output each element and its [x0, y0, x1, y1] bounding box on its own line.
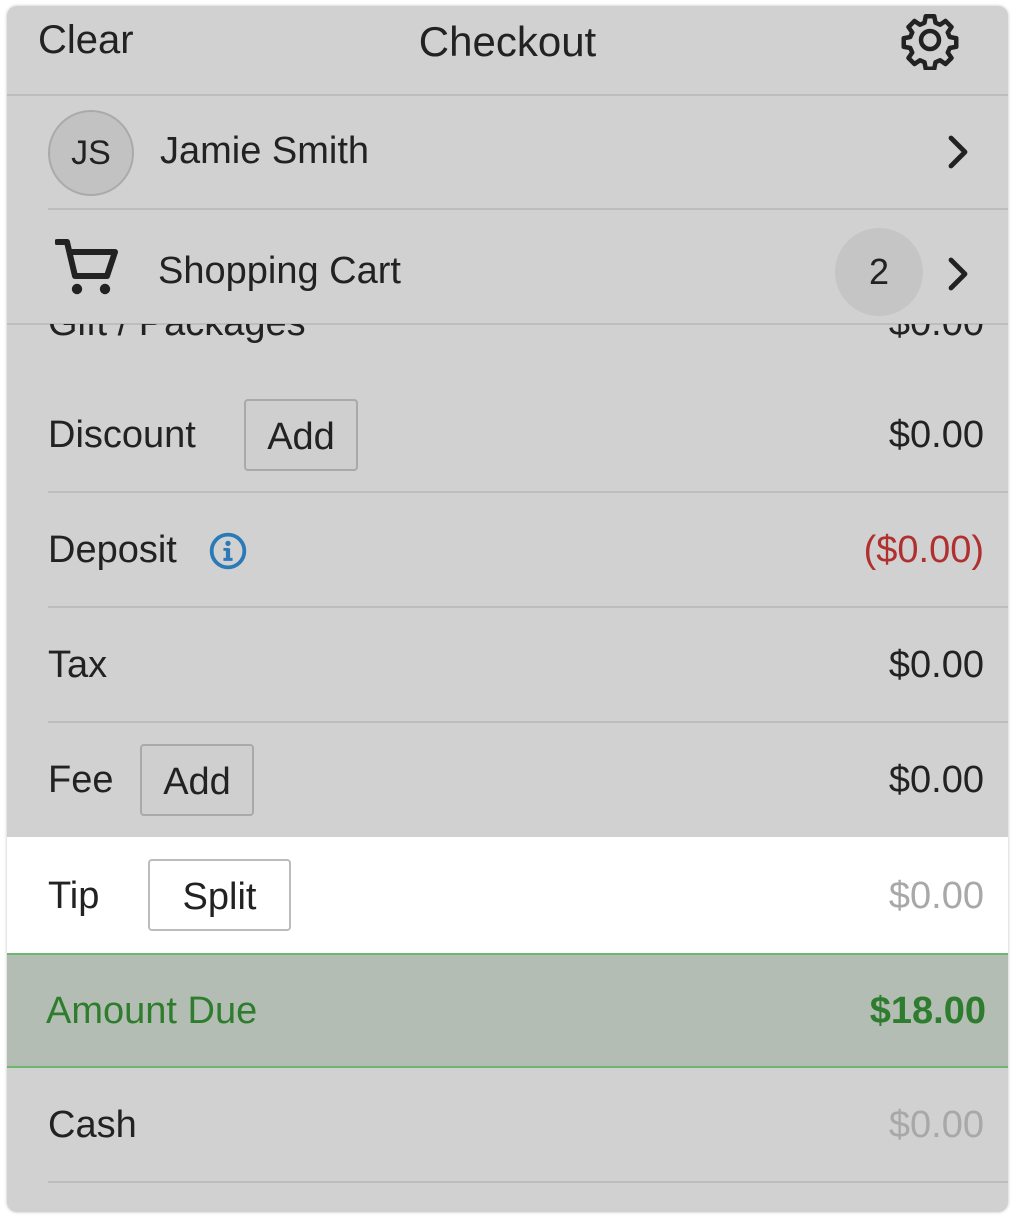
chevron-right-icon: [948, 135, 968, 169]
avatar: JS: [48, 110, 134, 196]
info-icon[interactable]: [209, 532, 247, 570]
tax-label: Tax: [48, 644, 108, 686]
split-tip-button[interactable]: Split: [148, 859, 291, 931]
tip-row: Tip Split $0.00: [7, 837, 1008, 953]
chevron-right-icon: [948, 257, 968, 291]
fee-amount: $0.00: [888, 759, 984, 801]
page-title: Checkout: [418, 18, 597, 65]
amount-due-label: Amount Due: [46, 990, 258, 1032]
cash-row[interactable]: Cash $0.00: [7, 1068, 1008, 1183]
tax-amount: $0.00: [888, 644, 984, 686]
tip-label: Tip: [48, 875, 100, 917]
customer-row[interactable]: JS Jamie Smith: [7, 96, 1008, 210]
cart-icon: [55, 239, 118, 295]
discount-row: Discount Add $0.00: [7, 378, 1008, 493]
fee-label: Fee: [48, 759, 114, 801]
deposit-label: Deposit: [48, 529, 177, 571]
shopping-cart-label: Shopping Cart: [158, 250, 401, 292]
customer-name: Jamie Smith: [160, 130, 370, 172]
add-fee-button[interactable]: Add: [140, 744, 254, 816]
gift-packages-label: Gift / Packages: [48, 324, 306, 345]
discount-amount: $0.00: [888, 414, 984, 456]
divider: [48, 1181, 1008, 1183]
add-discount-button[interactable]: Add: [244, 399, 358, 471]
deposit-row: Deposit ($0.00): [7, 493, 1008, 608]
tip-amount-input[interactable]: $0.00: [889, 875, 984, 918]
discount-label: Discount: [48, 414, 196, 456]
cash-label: Cash: [48, 1104, 137, 1146]
cash-amount-input[interactable]: $0.00: [889, 1104, 984, 1147]
amount-due-row: Amount Due $18.00: [7, 953, 1008, 1068]
tax-row: Tax $0.00: [7, 608, 1008, 723]
shopping-cart-row[interactable]: Shopping Cart 2: [7, 210, 1008, 324]
gift-packages-amount: $0.00: [889, 324, 984, 345]
amount-due-value: $18.00: [869, 990, 986, 1032]
deposit-amount: ($0.00): [863, 529, 984, 571]
header-bar: Clear Checkout: [7, 6, 1008, 96]
cart-count-badge: 2: [835, 228, 923, 316]
gear-icon[interactable]: [900, 10, 960, 70]
gift-packages-row: Gift / Packages $0.00: [7, 324, 1008, 378]
checkout-panel: Clear Checkout JS Jamie Smith Shopping C…: [7, 6, 1008, 1212]
fee-row: Fee Add $0.00: [7, 723, 1008, 837]
